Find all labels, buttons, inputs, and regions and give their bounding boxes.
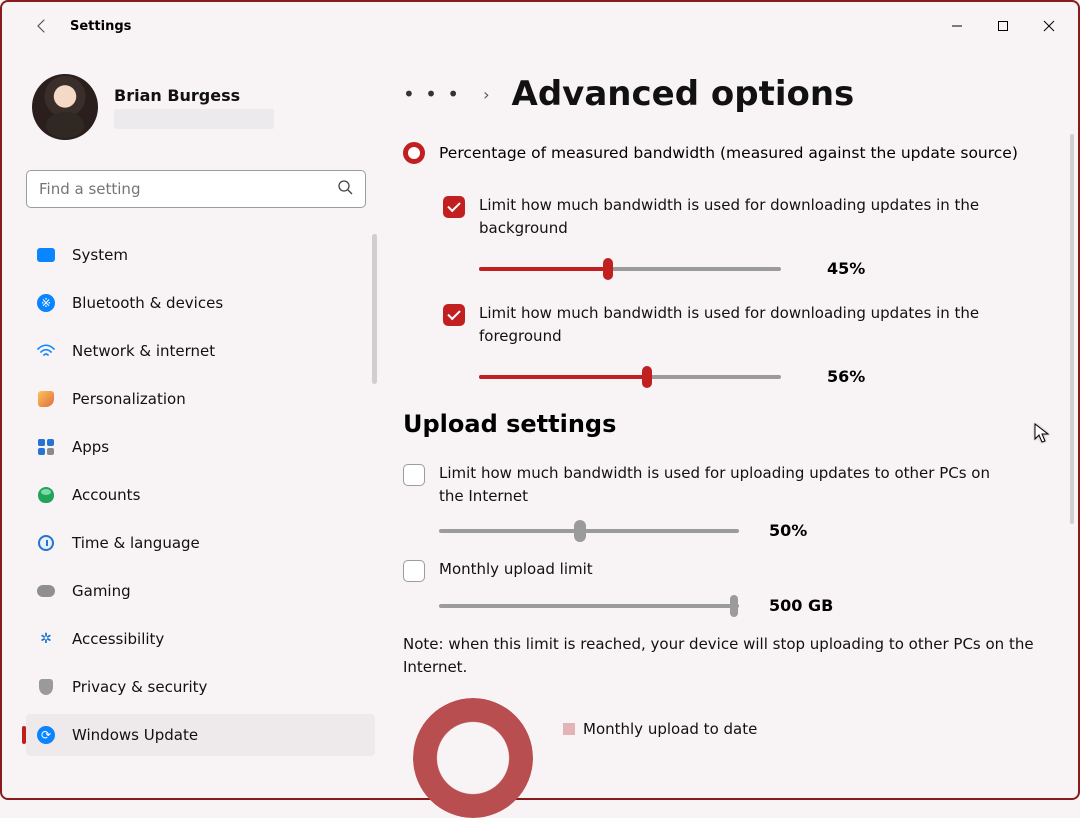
breadcrumb-more-icon[interactable]: • • • [403,82,461,106]
upload-heading: Upload settings [403,410,1042,438]
monitor-icon [36,245,56,265]
search-box[interactable] [26,170,366,208]
bg-percent-value: 45% [827,259,887,278]
app-title: Settings [70,19,131,34]
back-button[interactable] [32,16,52,36]
slider-fg-bandwidth[interactable] [479,368,781,386]
clock-icon [36,533,56,553]
checkbox-upload-bw-label: Limit how much bandwidth is used for upl… [439,462,1009,507]
radio-percentage-bandwidth[interactable] [403,142,425,164]
upload-donut-chart [413,698,533,818]
sidebar-item-label: Accounts [72,486,140,504]
nav-list: System ※ Bluetooth & devices Network & in… [26,234,375,756]
checkbox-monthly-label: Monthly upload limit [439,558,593,582]
sidebar-item-label: Time & language [72,534,200,552]
account-header[interactable]: Brian Burgess [32,74,375,140]
content-scrollbar[interactable] [1070,134,1074,524]
content-panel: • • • › Advanced options Percentage of m… [387,50,1078,802]
checkbox-monthly-limit[interactable] [403,560,425,582]
sidebar-item-gaming[interactable]: Gaming [26,570,375,612]
monthly-limit-value: 500 GB [769,596,833,615]
sidebar-item-label: Gaming [72,582,131,600]
checkbox-fg-limit[interactable] [443,304,465,326]
sidebar-item-time[interactable]: Time & language [26,522,375,564]
upload-percent-value: 50% [769,521,829,540]
sidebar-item-privacy[interactable]: Privacy & security [26,666,375,708]
legend-label: Monthly upload to date [583,720,757,738]
sidebar-item-windows-update[interactable]: ⟳ Windows Update [26,714,375,756]
nav-scrollbar[interactable] [372,234,377,384]
slider-upload-bandwidth[interactable] [439,522,739,540]
shield-icon [36,677,56,697]
sidebar-item-bluetooth[interactable]: ※ Bluetooth & devices [26,282,375,324]
close-button[interactable] [1026,10,1072,42]
update-icon: ⟳ [36,725,56,745]
sidebar-item-label: Network & internet [72,342,215,360]
page-title: Advanced options [512,74,855,114]
radio-label: Percentage of measured bandwidth (measur… [439,144,1018,162]
chevron-right-icon: › [483,85,489,104]
sidebar-item-network[interactable]: Network & internet [26,330,375,372]
sidebar-item-system[interactable]: System [26,234,375,276]
user-email-masked [114,109,274,129]
checkbox-bg-label: Limit how much bandwidth is used for dow… [479,194,999,239]
search-input[interactable] [39,180,337,198]
upload-note: Note: when this limit is reached, your d… [403,633,1042,678]
sidebar-item-apps[interactable]: Apps [26,426,375,468]
sidebar-item-personalization[interactable]: Personalization [26,378,375,420]
gamepad-icon [36,581,56,601]
wifi-icon [36,341,56,361]
sidebar-item-accounts[interactable]: Accounts [26,474,375,516]
sidebar-item-label: Apps [72,438,109,456]
sidebar-item-accessibility[interactable]: ✲ Accessibility [26,618,375,660]
minimize-button[interactable] [934,10,980,42]
titlebar: Settings [2,2,1078,50]
person-icon [36,485,56,505]
sidebar-item-label: Privacy & security [72,678,207,696]
slider-monthly-limit[interactable] [439,597,739,615]
active-indicator [22,726,26,744]
search-icon [337,179,353,199]
breadcrumb: • • • › Advanced options [403,74,1042,114]
sidebar-item-label: System [72,246,128,264]
user-name: Brian Burgess [114,86,274,105]
sidebar-item-label: Personalization [72,390,186,408]
checkbox-upload-bw-limit[interactable] [403,464,425,486]
legend-swatch [563,723,575,735]
avatar [32,74,98,140]
sidebar-item-label: Windows Update [72,726,198,744]
slider-bg-bandwidth[interactable] [479,260,781,278]
apps-icon [36,437,56,457]
brush-icon [36,389,56,409]
checkbox-fg-label: Limit how much bandwidth is used for dow… [479,302,999,347]
fg-percent-value: 56% [827,367,887,386]
maximize-button[interactable] [980,10,1026,42]
accessibility-icon: ✲ [36,629,56,649]
sidebar: Brian Burgess System ※ Bluetooth & device… [2,50,387,802]
sidebar-item-label: Accessibility [72,630,164,648]
bluetooth-icon: ※ [36,293,56,313]
sidebar-item-label: Bluetooth & devices [72,294,223,312]
checkbox-bg-limit[interactable] [443,196,465,218]
